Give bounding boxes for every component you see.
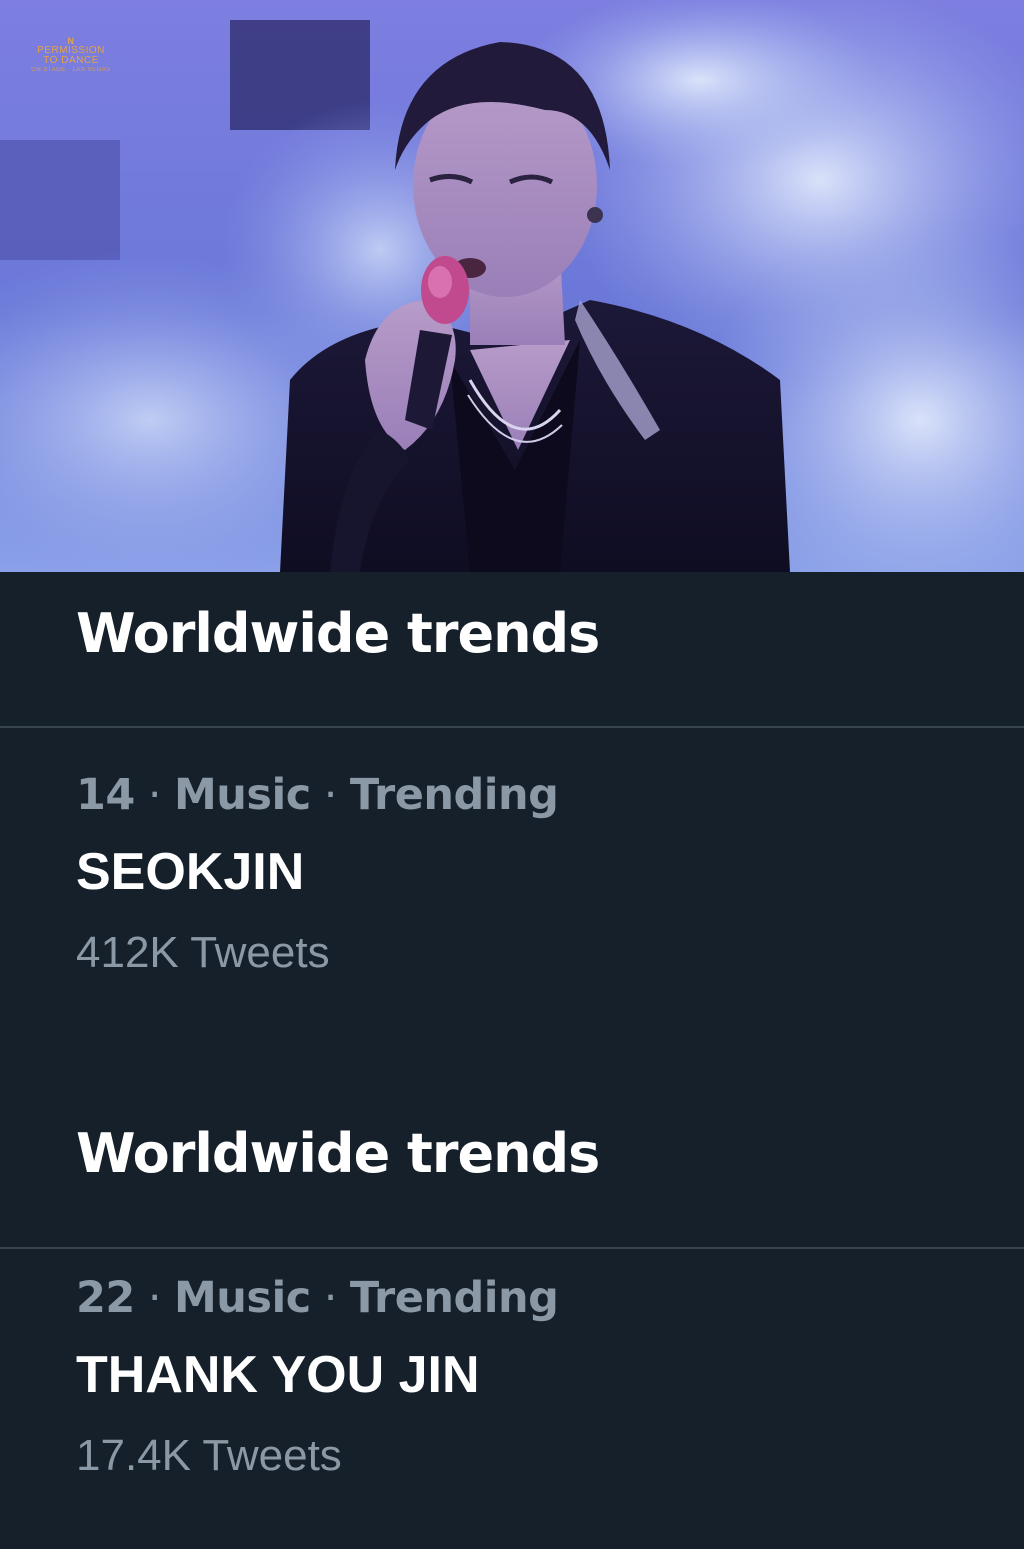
section-gap bbox=[0, 1072, 1024, 1092]
concert-photo: N PERMISSION TO DANCE ON STAGE · LAS VEG… bbox=[0, 0, 1024, 572]
trend-name[interactable]: SEOKJIN bbox=[76, 842, 976, 902]
trend-status: Trending bbox=[349, 770, 559, 820]
trends-section-2: Worldwide trends 22 · Music · Trending T… bbox=[0, 1092, 1024, 1549]
trends-section-1: Worldwide trends 14 · Music · Trending S… bbox=[0, 572, 1024, 1072]
meta-separator: · bbox=[323, 1273, 338, 1323]
trend-rank: 14 bbox=[76, 770, 135, 820]
section-divider bbox=[0, 726, 1024, 728]
trend-name[interactable]: THANK YOU JIN bbox=[76, 1345, 976, 1405]
trend-tweet-count: 412K Tweets bbox=[76, 928, 330, 977]
section-title: Worldwide trends bbox=[76, 602, 600, 665]
meta-separator: · bbox=[147, 770, 162, 820]
trend-status: Trending bbox=[349, 1273, 559, 1323]
watermark-line3: ON STAGE · LAS VEGAS bbox=[31, 67, 111, 73]
watermark-line2: TO DANCE bbox=[43, 55, 99, 66]
section-title: Worldwide trends bbox=[76, 1122, 600, 1185]
trend-meta: 22 · Music · Trending bbox=[76, 1273, 976, 1323]
section-divider bbox=[0, 1247, 1024, 1249]
trend-item-thank-you-jin[interactable]: 22 · Music · Trending THANK YOU JIN 17.4… bbox=[76, 1273, 976, 1481]
meta-separator: · bbox=[147, 1273, 162, 1323]
trend-meta: 14 · Music · Trending bbox=[76, 770, 976, 820]
trend-tweet-count: 17.4K Tweets bbox=[76, 1431, 342, 1480]
trend-category: Music bbox=[174, 1273, 311, 1323]
trend-category: Music bbox=[174, 770, 311, 820]
trend-item-seokjin[interactable]: 14 · Music · Trending SEOKJIN 412K Tweet… bbox=[76, 770, 976, 978]
trend-rank: 22 bbox=[76, 1273, 135, 1323]
meta-separator: · bbox=[323, 770, 338, 820]
event-watermark-logo: N PERMISSION TO DANCE ON STAGE · LAS VEG… bbox=[30, 36, 112, 74]
concert-photo-illustration bbox=[0, 0, 1024, 572]
